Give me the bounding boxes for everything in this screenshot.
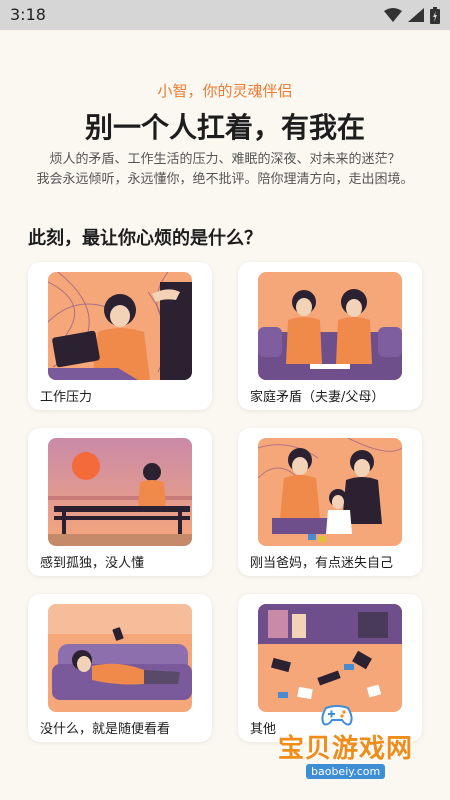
option-card-work-stress[interactable]: 工作压力 <box>28 262 212 410</box>
option-card-just-browsing[interactable]: 没什么，就是随便看看 <box>28 594 212 742</box>
just-browsing-illustration <box>48 604 192 712</box>
signal-icon <box>408 8 424 22</box>
status-time: 3:18 <box>10 5 46 24</box>
loneliness-illustration <box>48 438 192 546</box>
option-card-family-conflict[interactable]: 家庭矛盾（夫妻/父母） <box>238 262 422 410</box>
description-line-1: 烦人的矛盾、工作生活的压力、难眠的深夜、对未来的迷茫？ <box>49 152 401 167</box>
option-label: 没什么，就是随便看看 <box>40 722 171 737</box>
other-illustration <box>258 604 402 712</box>
watermark-url: baobeiy.com <box>306 764 386 779</box>
work-stress-illustration <box>48 272 192 380</box>
description-line-2: 我会永远倾听，永远懂你，绝不批评。陪你理清方向，走出困境。 <box>36 172 414 187</box>
status-icons <box>384 6 440 24</box>
family-conflict-illustration <box>258 272 402 380</box>
watermark: 宝贝游戏网 baobeiy.com <box>268 700 444 796</box>
page-title: 别一个人扛着，有我在 <box>84 111 365 144</box>
game-controller-icon <box>321 705 353 726</box>
wifi-icon <box>384 8 402 22</box>
question-heading: 此刻，最让你心烦的是什么？ <box>28 228 262 249</box>
new-parents-illustration <box>258 438 402 546</box>
option-card-loneliness[interactable]: 感到孤独，没人懂 <box>28 428 212 576</box>
battery-icon <box>430 6 440 24</box>
option-label: 家庭矛盾（夫妻/父母） <box>250 390 385 405</box>
option-label: 工作压力 <box>40 390 93 405</box>
option-label: 刚当爸妈，有点迷失自己 <box>250 556 394 571</box>
app-subtitle: 小智，你的灵魂伴侣 <box>157 82 293 100</box>
option-card-new-parents[interactable]: 刚当爸妈，有点迷失自己 <box>238 428 422 576</box>
watermark-text: 宝贝游戏网 <box>278 734 414 764</box>
option-label: 感到孤独，没人懂 <box>40 556 145 571</box>
status-bar: 3:18 <box>0 0 450 30</box>
